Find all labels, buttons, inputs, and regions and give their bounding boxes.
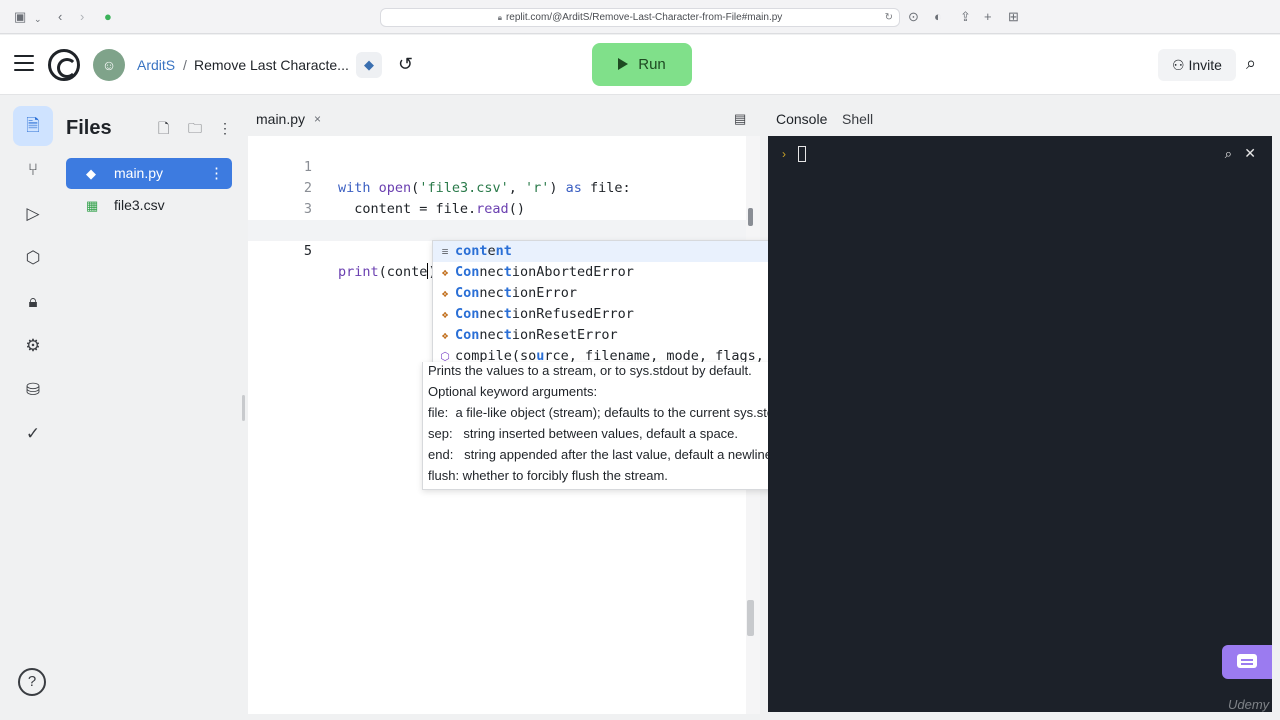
- download-icon[interactable]: ⊙: [908, 9, 919, 25]
- class-icon: ❖: [441, 329, 449, 342]
- forward-arrow-icon[interactable]: ›: [80, 9, 84, 25]
- text-cursor: [427, 263, 429, 279]
- console-prompt: ›: [782, 147, 786, 161]
- more-options-icon[interactable]: ⋮: [218, 119, 232, 137]
- left-rail: 🗎︎ ⑂ ▷ ⬡ 🔒︎ ⚙ ⛁ ✓ ?: [0, 96, 64, 720]
- add-user-icon: ⚇: [1172, 57, 1185, 73]
- editor-tab-bar: main.py × ▤: [248, 102, 760, 136]
- line-number: 5: [303, 243, 312, 259]
- invite-button[interactable]: ⚇ Invite: [1158, 49, 1236, 81]
- settings-icon[interactable]: ⚙: [13, 326, 53, 366]
- menu-icon[interactable]: [14, 55, 34, 73]
- sidebar-toggle-icon[interactable]: ▣: [14, 9, 26, 25]
- new-file-icon[interactable]: 🗋︎: [158, 119, 169, 137]
- close-icon[interactable]: ×: [314, 112, 321, 126]
- username-link[interactable]: ArditS: [137, 57, 175, 73]
- back-arrow-icon[interactable]: ‹: [58, 9, 62, 25]
- scrollbar-thumb[interactable]: [748, 208, 753, 226]
- console-panel[interactable]: › ⌕ ✕: [768, 136, 1272, 712]
- new-folder-icon[interactable]: 🗀︎: [188, 119, 202, 137]
- reload-icon[interactable]: ↻: [885, 9, 893, 26]
- code-line: 4: [248, 199, 746, 238]
- debugger-icon[interactable]: ▷: [13, 194, 53, 234]
- doc-line: Prints the values to a stream, or to sys…: [428, 363, 752, 378]
- code-line-current: 5 print(conte): [248, 220, 746, 280]
- console-tab-bar: Console Shell: [768, 102, 1272, 136]
- checkmark-icon[interactable]: ✓: [13, 414, 53, 454]
- breadcrumb-separator: /: [183, 57, 187, 73]
- autocomplete-label: ConnectionAbortedError: [455, 264, 634, 280]
- autocomplete-label: ConnectionResetError: [455, 327, 618, 343]
- url-text: replit.com/@ArditS/Remove-Last-Character…: [505, 12, 783, 23]
- file-name: file3.csv: [114, 197, 165, 213]
- chat-icon[interactable]: [1222, 645, 1272, 679]
- doc-line: end: string appended after the last valu…: [428, 447, 776, 462]
- doc-line: flush: whether to forcibly flush the str…: [428, 468, 668, 483]
- secrets-icon[interactable]: 🔒︎: [13, 282, 53, 322]
- repl-title[interactable]: Remove Last Characte...: [194, 57, 349, 73]
- tab-overview-icon[interactable]: ⊞: [1008, 9, 1019, 25]
- close-icon[interactable]: ✕: [1244, 145, 1256, 162]
- doc-line: file: a file-like object (stream); defau…: [428, 405, 796, 420]
- share-icon[interactable]: ⇪: [960, 9, 971, 25]
- play-icon: [618, 58, 629, 70]
- code-line: 1 with open('file3.csv', 'r') as file:: [248, 136, 746, 196]
- class-icon: ❖: [441, 287, 449, 300]
- class-icon: ❖: [441, 308, 449, 321]
- extension-icon[interactable]: ●: [104, 9, 112, 25]
- doc-line: sep: string inserted between values, def…: [428, 426, 739, 441]
- git-icon[interactable]: ⑂: [13, 150, 53, 190]
- terminal-cursor: [798, 146, 806, 162]
- database-icon[interactable]: ⛁: [13, 370, 53, 410]
- tab-shell[interactable]: Shell: [842, 111, 873, 127]
- help-icon[interactable]: ?: [18, 668, 46, 696]
- udemy-watermark: Udemy: [1228, 697, 1270, 712]
- python-icon[interactable]: ◆: [356, 52, 382, 78]
- csv-file-icon: ▦: [86, 198, 99, 213]
- code-line: 3: [248, 178, 746, 217]
- invite-label: Invite: [1188, 57, 1222, 73]
- search-icon[interactable]: ⌕: [1225, 146, 1232, 162]
- autocomplete-label: ConnectionError: [455, 285, 577, 301]
- chevron-down-icon[interactable]: ⌄: [34, 11, 42, 27]
- panel-resize-handle[interactable]: [242, 395, 245, 421]
- python-file-icon: ◆: [86, 166, 96, 181]
- file-item-file3-csv[interactable]: ▦ file3.csv: [66, 190, 232, 221]
- replit-logo[interactable]: [48, 49, 80, 81]
- new-tab-icon[interactable]: +: [984, 9, 992, 25]
- file-item-main-py[interactable]: ◆ main.py ⋮: [66, 158, 232, 189]
- packages-icon[interactable]: ⬡: [13, 238, 53, 278]
- history-icon[interactable]: ↺: [398, 54, 413, 74]
- shield-icon[interactable]: ◐: [934, 9, 942, 25]
- app-header: ☺ ArditS / Remove Last Characte... ◆ ↺ R…: [0, 35, 1280, 95]
- run-button[interactable]: Run: [592, 43, 692, 86]
- lock-icon: 🔒︎: [497, 13, 502, 22]
- scrollbar-thumb[interactable]: [747, 600, 754, 636]
- files-title: Files: [66, 117, 112, 139]
- class-icon: ❖: [441, 266, 449, 279]
- run-label: Run: [638, 56, 666, 73]
- search-icon[interactable]: ⌕: [1246, 53, 1256, 73]
- files-panel: Files 🗋︎ 🗀︎ ⋮ ◆ main.py ⋮ ▦ file3.csv: [64, 102, 240, 720]
- avatar[interactable]: ☺: [93, 49, 125, 81]
- tab-console[interactable]: Console: [776, 111, 827, 127]
- tab-main-py[interactable]: main.py: [256, 111, 305, 127]
- code-line: 2 content = file.read(): [248, 157, 746, 217]
- browser-toolbar: ▣ ⌄ ‹ › ● 🔒︎ replit.com/@ArditS/Remove-La…: [0, 0, 1280, 34]
- variable-icon: ≡: [441, 245, 449, 258]
- code-text: print(conte): [338, 263, 437, 280]
- file-menu-icon[interactable]: ⋮: [209, 158, 224, 189]
- doc-line: Optional keyword arguments:: [428, 384, 598, 399]
- file-name: main.py: [114, 165, 164, 181]
- autocomplete-label: content: [455, 243, 512, 259]
- address-bar[interactable]: 🔒︎ replit.com/@ArditS/Remove-Last-Charact…: [380, 8, 900, 27]
- autocomplete-label: ConnectionRefusedError: [455, 306, 634, 322]
- editor-menu-icon[interactable]: ▤: [734, 111, 746, 127]
- files-icon[interactable]: 🗎︎: [13, 106, 53, 146]
